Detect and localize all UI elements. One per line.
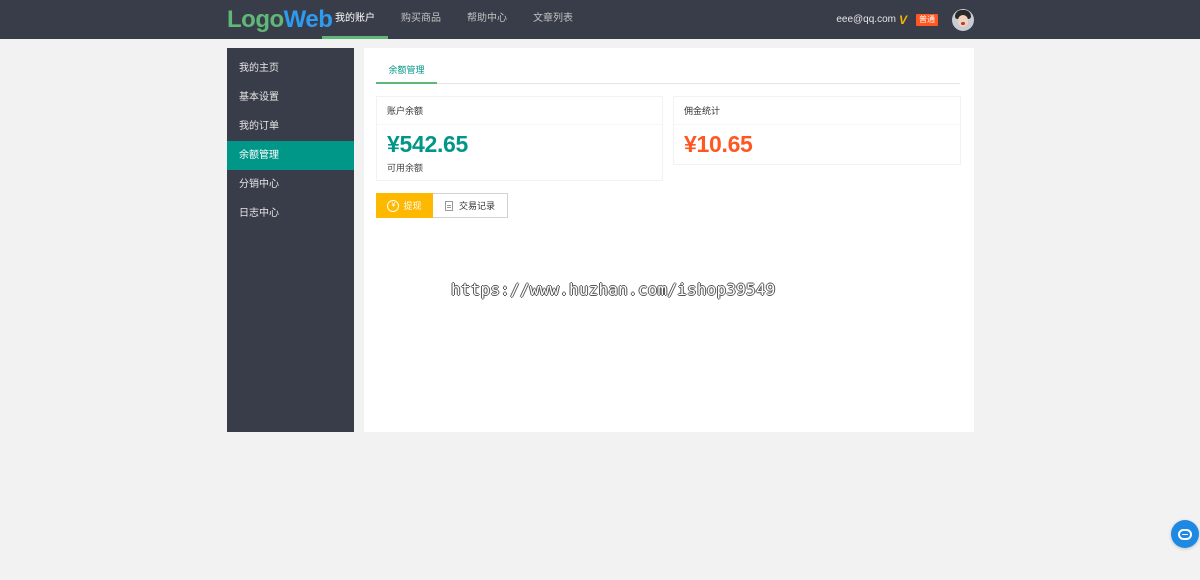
sidebar-item-distribution[interactable]: 分销中心 xyxy=(227,170,354,199)
action-buttons: ¥ 提现 交易记录 xyxy=(376,193,508,218)
chat-float-button[interactable] xyxy=(1171,520,1199,548)
logo-text-part1: Logo xyxy=(227,6,284,33)
watermark: https://www.huzhan.com/ishop39549 xyxy=(451,280,776,299)
user-area: eee@qq.com V 普通 xyxy=(836,0,974,39)
main-panel: 余额管理 账户余额 ¥542.65 可用余额 佣金统计 ¥10.65 ¥ 提现 … xyxy=(364,48,974,432)
tab-bar: 余额管理 xyxy=(376,59,960,84)
top-bar: LogoWeb 我的账户 购买商品 帮助中心 文章列表 eee@qq.com V… xyxy=(0,0,1200,39)
commission-amount: ¥10.65 xyxy=(684,131,753,157)
main-nav: 我的账户 购买商品 帮助中心 文章列表 xyxy=(322,0,586,39)
user-avatar[interactable] xyxy=(952,8,974,31)
chat-bubble-icon xyxy=(1178,528,1192,540)
logo[interactable]: LogoWeb xyxy=(227,6,333,34)
nav-buy-products[interactable]: 购买商品 xyxy=(388,0,454,39)
transaction-records-button[interactable]: 交易记录 xyxy=(433,193,508,218)
commission-card-title: 佣金统计 xyxy=(674,97,960,125)
sidebar-item-logs[interactable]: 日志中心 xyxy=(227,199,354,228)
transaction-records-label: 交易记录 xyxy=(458,201,495,211)
sidebar-item-basic-settings[interactable]: 基本设置 xyxy=(227,83,354,112)
commission-card: 佣金统计 ¥10.65 xyxy=(673,96,961,165)
withdraw-label: 提现 xyxy=(403,201,422,211)
balance-amount: ¥542.65 xyxy=(387,131,469,157)
vip-icon: V xyxy=(898,12,907,27)
tab-balance-management[interactable]: 余额管理 xyxy=(376,59,437,84)
document-icon xyxy=(444,200,453,211)
withdraw-button[interactable]: ¥ 提现 xyxy=(376,193,433,218)
nav-my-account[interactable]: 我的账户 xyxy=(322,0,388,39)
sidebar-item-my-orders[interactable]: 我的订单 xyxy=(227,112,354,141)
balance-card-title: 账户余额 xyxy=(377,97,662,125)
sidebar-item-home[interactable]: 我的主页 xyxy=(227,54,354,83)
balance-card: 账户余额 ¥542.65 可用余额 xyxy=(376,96,663,181)
yen-circle-icon: ¥ xyxy=(387,199,400,212)
sidebar: 我的主页 基本设置 我的订单 余额管理 分销中心 日志中心 xyxy=(227,48,354,432)
user-email[interactable]: eee@qq.com xyxy=(836,14,896,25)
sidebar-item-balance[interactable]: 余额管理 xyxy=(227,141,354,170)
balance-note: 可用余额 xyxy=(387,163,424,173)
nav-article-list[interactable]: 文章列表 xyxy=(520,0,586,39)
nav-help-center[interactable]: 帮助中心 xyxy=(454,0,520,39)
user-level-badge: 普通 xyxy=(916,13,938,26)
